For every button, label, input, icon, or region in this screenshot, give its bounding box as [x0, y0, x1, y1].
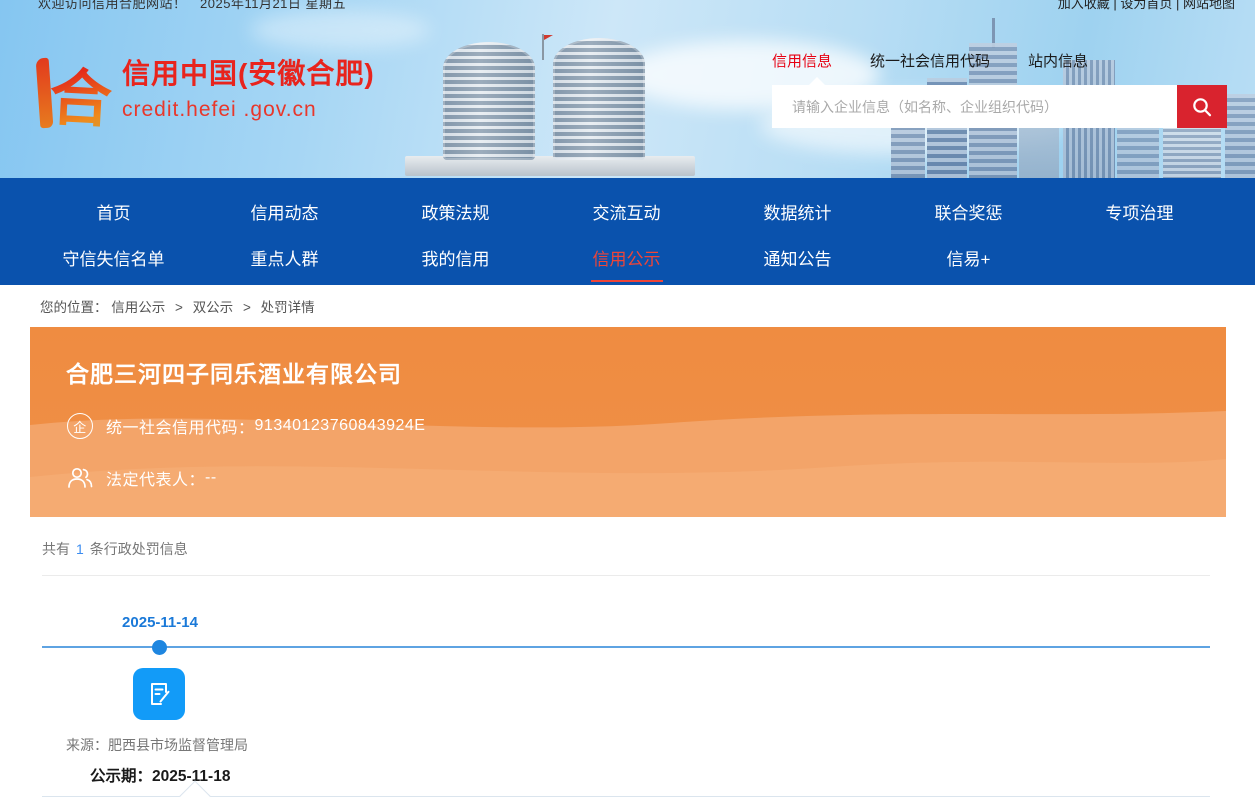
search-tab-unified-code[interactable]: 统一社会信用代码: [870, 50, 990, 71]
breadcrumb: 您的位置： 信用公示 > 双公示 > 处罚详情: [40, 296, 315, 316]
site-domain: credit.hefei .gov.cn: [122, 98, 375, 122]
nav-item-statistics[interactable]: 数据统计: [712, 196, 883, 232]
nav-item-key-groups[interactable]: 重点人群: [199, 242, 370, 278]
active-nav-underline: [591, 280, 663, 282]
search-button[interactable]: [1177, 85, 1227, 128]
penalty-record-button[interactable]: [133, 668, 185, 720]
nav-item-redlist-blacklist[interactable]: 守信失信名单: [28, 242, 199, 278]
timeline-date: 2025-11-14: [105, 614, 215, 631]
nav-item-interaction[interactable]: 交流互动: [541, 196, 712, 232]
top-strip: 欢迎访问信用合肥网站！ 2025年11月21日 星期五 加入收藏 | 设为首页 …: [0, 0, 1255, 13]
breadcrumb-current: 处罚详情: [261, 300, 315, 315]
credit-code-label: 统一社会信用代码：: [106, 414, 255, 438]
nav-item-xinyi-plus[interactable]: 信易+: [883, 242, 1054, 278]
enterprise-badge-icon: 企: [66, 412, 94, 440]
header-buildings-illustration: [395, 38, 725, 178]
site-title: 信用中国(安徽合肥): [122, 52, 375, 92]
search-tab-site-info[interactable]: 站内信息: [1028, 50, 1088, 71]
magnifier-icon: [1190, 95, 1214, 119]
timeline-dot: [152, 640, 167, 655]
timeline-axis: [42, 646, 1210, 648]
flag-icon: [544, 35, 553, 40]
search-area: 信用信息 统一社会信用代码 站内信息: [772, 50, 1228, 128]
document-edit-icon: [144, 679, 174, 709]
penalty-source: 来源：肥西县市场监督管理局: [66, 735, 248, 755]
penalty-count: 1: [76, 541, 84, 557]
credit-code-value: 91340123760843924E: [255, 417, 426, 435]
detail-panel-top-border: [42, 796, 1210, 797]
breadcrumb-prefix: 您的位置：: [40, 300, 108, 315]
legal-rep-label: 法定代表人：: [106, 466, 205, 490]
main-navigation: 首页 信用动态 政策法规 交流互动 数据统计 联合奖惩 专项治理 守信失信名单 …: [0, 178, 1255, 285]
legal-rep-value: --: [205, 469, 217, 487]
top-right-links[interactable]: 加入收藏 | 设为首页 | 网站地图: [1058, 0, 1235, 12]
penalty-count-line: 共有1条行政处罚信息: [42, 539, 188, 559]
nav-item-policies[interactable]: 政策法规: [370, 196, 541, 232]
nav-item-credit-news[interactable]: 信用动态: [199, 196, 370, 232]
nav-item-notices[interactable]: 通知公告: [712, 242, 883, 278]
company-name: 合肥三河四子同乐酒业有限公司: [66, 355, 402, 389]
nav-item-special-governance[interactable]: 专项治理: [1054, 196, 1225, 232]
nav-item-joint-rewards[interactable]: 联合奖惩: [883, 196, 1054, 232]
section-divider: [42, 575, 1210, 576]
search-tab-credit-info[interactable]: 信用信息: [772, 50, 832, 71]
logo-seal-icon: 合: [34, 52, 108, 132]
nav-item-credit-publicity[interactable]: 信用公示: [541, 242, 712, 278]
header-banner: 欢迎访问信用合肥网站！ 2025年11月21日 星期五 加入收藏 | 设为首页 …: [0, 0, 1255, 178]
company-info-card: 合肥三河四子同乐酒业有限公司 企 统一社会信用代码： 9134012376084…: [30, 327, 1226, 517]
site-logo[interactable]: 合 信用中国(安徽合肥) credit.hefei .gov.cn: [34, 52, 375, 132]
active-tab-pointer: [808, 77, 826, 86]
nav-item-my-credit[interactable]: 我的信用: [370, 242, 541, 278]
search-input[interactable]: [772, 85, 1177, 128]
breadcrumb-credit-publicity[interactable]: 信用公示: [111, 300, 165, 315]
welcome-text: 欢迎访问信用合肥网站！ 2025年11月21日 星期五: [38, 0, 346, 12]
two-person-icon: [66, 464, 94, 492]
nav-item-home[interactable]: 首页: [28, 196, 199, 232]
publicity-period: 公示期：2025-11-18: [90, 764, 230, 786]
breadcrumb-double-publicity[interactable]: 双公示: [193, 300, 234, 315]
